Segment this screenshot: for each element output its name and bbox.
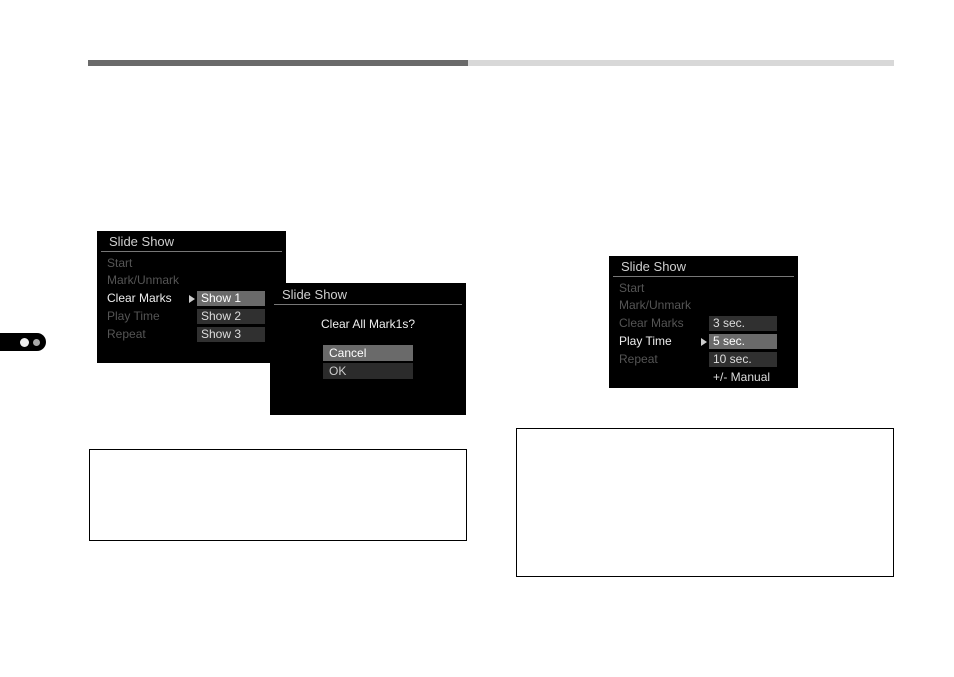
menu-row: Start xyxy=(97,255,286,272)
option-5sec[interactable]: 5 sec. xyxy=(709,334,777,349)
panel-title: Slide Show xyxy=(613,256,794,277)
panel-title: Slide Show xyxy=(101,231,282,252)
dot-icon xyxy=(20,338,29,347)
option-10sec[interactable]: 10 sec. xyxy=(709,352,777,367)
menu-item-play-time[interactable]: Play Time xyxy=(103,309,189,325)
menu-row: Mark/Unmark xyxy=(97,272,286,289)
slide-show-panel-clear-marks: Slide Show Start Mark/Unmark Clear Marks… xyxy=(97,231,286,363)
menu-row: Repeat 10 sec. xyxy=(609,351,798,369)
menu-row: Clear Marks Show 1 xyxy=(97,290,286,308)
option-show-2[interactable]: Show 2 xyxy=(197,309,265,324)
menu-row: Clear Marks 3 sec. xyxy=(609,315,798,333)
dialog-message: Clear All Mark1s? xyxy=(270,311,466,345)
menu-item-mark-unmark[interactable]: Mark/Unmark xyxy=(615,298,701,313)
clear-marks-dialog: Slide Show Clear All Mark1s? Cancel OK xyxy=(270,283,466,415)
menu-item-blank xyxy=(615,370,701,386)
menu-row: Play Time 5 sec. xyxy=(609,333,798,351)
menu-item-mark-unmark[interactable]: Mark/Unmark xyxy=(103,273,189,288)
menu-row: Start xyxy=(609,280,798,297)
option-show-1[interactable]: Show 1 xyxy=(197,291,265,306)
option-3sec[interactable]: 3 sec. xyxy=(709,316,777,331)
side-tab xyxy=(0,333,46,351)
menu-item-play-time[interactable]: Play Time xyxy=(615,334,701,350)
note-box-right xyxy=(516,428,894,577)
option-manual[interactable]: +/- Manual xyxy=(709,370,777,385)
header-divider-light xyxy=(468,60,894,66)
ok-button[interactable]: OK xyxy=(323,363,413,379)
slide-show-panel-play-time: Slide Show Start Mark/Unmark Clear Marks… xyxy=(609,256,798,388)
option-show-3[interactable]: Show 3 xyxy=(197,327,265,342)
dot-icon xyxy=(33,339,40,346)
menu-row: Repeat Show 3 xyxy=(97,326,286,344)
menu-item-start[interactable]: Start xyxy=(615,281,701,296)
dialog-title: Slide Show xyxy=(274,283,462,305)
menu-item-clear-marks[interactable]: Clear Marks xyxy=(103,291,189,307)
cancel-button[interactable]: Cancel xyxy=(323,345,413,361)
menu-item-clear-marks[interactable]: Clear Marks xyxy=(615,316,701,332)
note-box-left xyxy=(89,449,467,541)
dialog-buttons: Cancel OK xyxy=(270,345,466,379)
menu-item-repeat[interactable]: Repeat xyxy=(615,352,701,368)
menu-row: +/- Manual xyxy=(609,369,798,387)
header-divider-dark xyxy=(88,60,468,66)
chevron-right-icon xyxy=(189,295,195,303)
menu-item-repeat[interactable]: Repeat xyxy=(103,327,189,343)
menu-row: Play Time Show 2 xyxy=(97,308,286,326)
menu-item-start[interactable]: Start xyxy=(103,256,189,271)
menu-row: Mark/Unmark xyxy=(609,297,798,314)
header-divider xyxy=(88,60,894,66)
chevron-right-icon xyxy=(701,338,707,346)
